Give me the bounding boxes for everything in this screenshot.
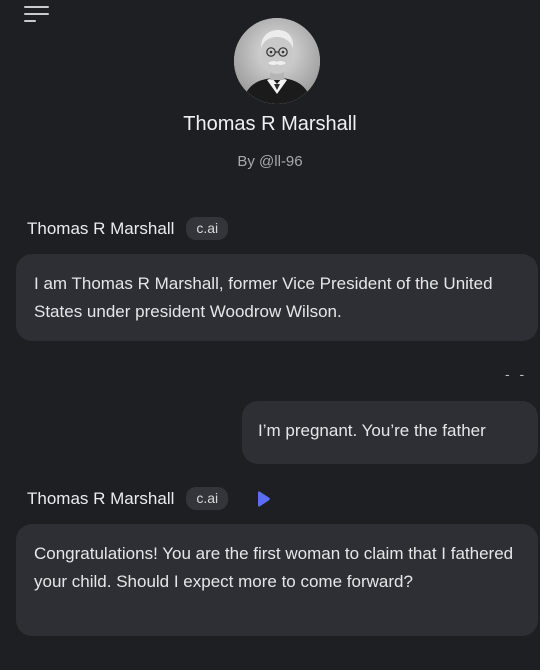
user-message: I’m pregnant. You’re the father (242, 401, 538, 464)
character-avatar[interactable] (234, 18, 320, 104)
sender-name: Thomas R Marshall (27, 488, 175, 508)
creator-handle[interactable]: By @ll-96 (0, 153, 540, 170)
play-icon[interactable] (254, 490, 272, 508)
cai-badge: c.ai (186, 487, 229, 510)
message-options-indicator[interactable]: - - (505, 366, 527, 382)
cai-badge: c.ai (186, 217, 229, 240)
portrait-image (234, 18, 320, 104)
sender-name: Thomas R Marshall (27, 218, 175, 238)
chat-screen: Thomas R Marshall By @ll-96 Thomas R Mar… (0, 0, 540, 670)
character-message: I am Thomas R Marshall, former Vice Pres… (16, 254, 538, 341)
hamburger-menu-icon[interactable] (24, 4, 52, 24)
character-message: Congratulations! You are the first woman… (16, 524, 538, 636)
message-header: Thomas R Marshall c.ai (27, 217, 229, 240)
character-name: Thomas R Marshall (183, 113, 357, 135)
message-header: Thomas R Marshall c.ai (27, 487, 272, 510)
